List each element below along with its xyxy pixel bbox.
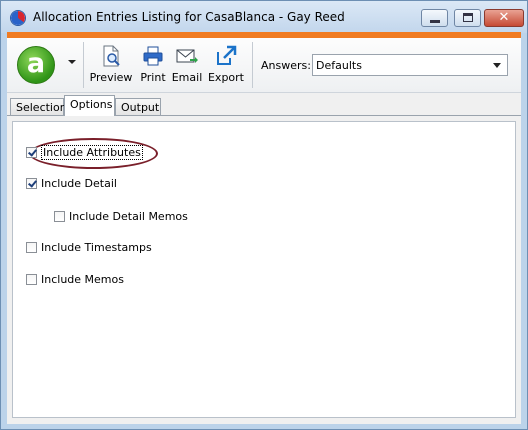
close-button[interactable]: ✕ [484,9,524,27]
printer-icon [143,46,163,66]
toolbar-separator [252,42,253,88]
answers-value: Defaults [316,59,362,72]
include-attributes-label: Include Attributes [41,145,143,160]
checkbox-box[interactable] [54,211,65,222]
close-icon: ✕ [498,10,510,25]
include-detail-memos-label: Include Detail Memos [69,210,188,223]
app-pie-icon[interactable] [10,10,26,26]
checkbox-box[interactable] [26,242,37,253]
print-label: Print [140,71,166,84]
toolbar-separator [83,42,84,88]
envelope-icon [176,49,198,63]
options-content: Include Attributes Include Detail Includ… [12,121,516,418]
print-button[interactable]: Print [137,43,169,88]
preview-label: Preview [89,71,133,84]
include-attributes-checkbox[interactable]: Include Attributes [26,145,143,160]
include-timestamps-checkbox[interactable]: Include Timestamps [26,241,152,254]
tab-selection-label: Selection [16,101,67,114]
include-memos-label: Include Memos [41,273,124,286]
export-button[interactable]: Export [207,43,245,88]
preview-button[interactable]: Preview [89,43,133,88]
tab-output[interactable]: Output [115,98,161,115]
tab-options[interactable]: Options [64,95,115,116]
maximize-icon [463,13,473,22]
include-detail-checkbox[interactable]: Include Detail [26,177,117,190]
tab-options-label: Options [70,98,113,111]
tab-output-label: Output [121,101,160,114]
maximize-button[interactable] [454,9,481,27]
app-logo-letter: a [26,48,46,79]
options-panel: Include Attributes Include Detail Includ… [7,115,521,424]
answers-dropdown[interactable]: Defaults [312,54,508,76]
app-window: Allocation Entries Listing for CasaBlanc… [0,0,528,430]
chevron-down-icon [493,63,501,68]
title-bar[interactable]: Allocation Entries Listing for CasaBlanc… [1,1,527,33]
minimize-button[interactable] [421,9,448,27]
tab-selection[interactable]: Selection [10,98,67,115]
app-logo-button[interactable]: a [17,46,55,84]
preview-icon [103,45,120,67]
export-label: Export [207,71,244,84]
include-memos-checkbox[interactable]: Include Memos [26,273,124,286]
window-title: Allocation Entries Listing for CasaBlanc… [33,10,345,24]
export-icon [217,45,237,65]
tab-strip: Selection Options Output [7,93,521,116]
checkbox-box[interactable] [26,274,37,285]
include-timestamps-label: Include Timestamps [41,241,152,254]
include-detail-memos-checkbox[interactable]: Include Detail Memos [54,210,188,223]
include-detail-label: Include Detail [41,177,117,190]
minimize-icon [430,20,440,23]
answers-label: Answers: [261,59,311,72]
checkbox-box[interactable] [26,178,37,189]
email-button[interactable]: Email [171,43,203,88]
checkbox-box[interactable] [26,147,37,158]
chevron-down-icon[interactable] [68,60,76,64]
toolbar: a Preview Print Email Export Answers: De… [7,38,521,93]
email-label: Email [171,71,203,84]
